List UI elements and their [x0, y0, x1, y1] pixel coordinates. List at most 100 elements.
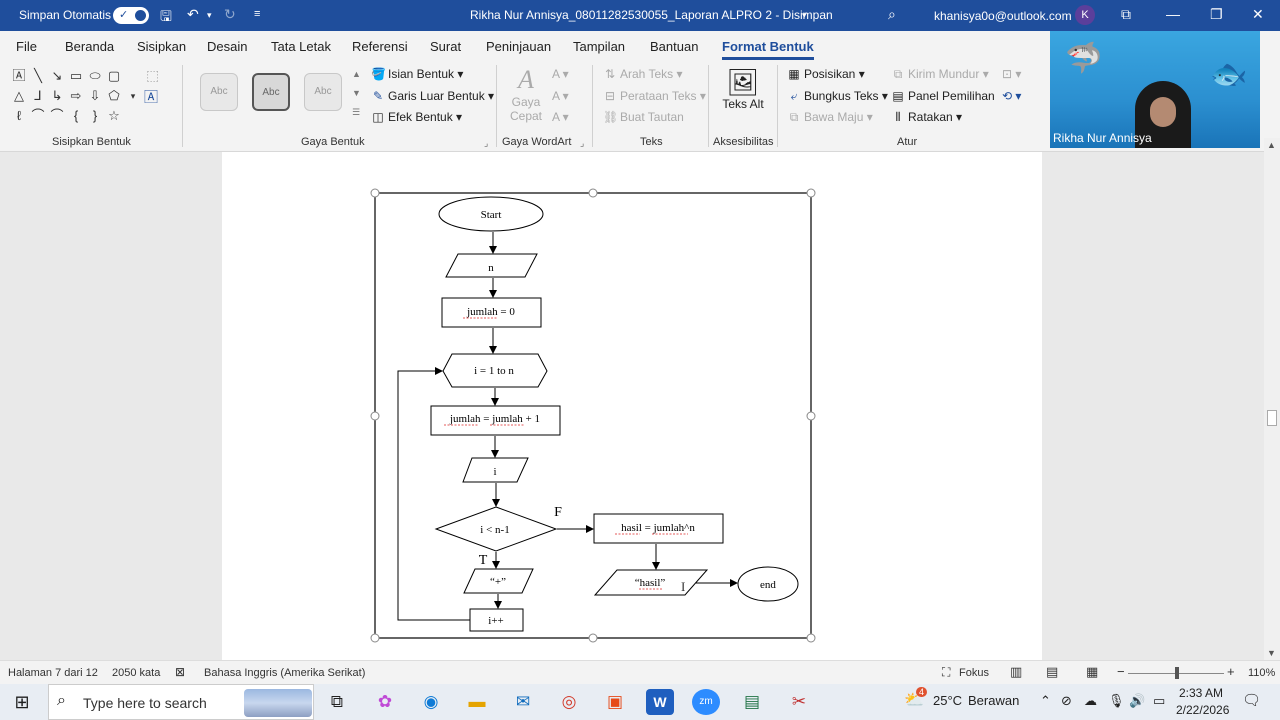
- save-icon[interactable]: 🖫: [160, 6, 172, 30]
- redo-icon[interactable]: ↻: [224, 6, 236, 23]
- battery-icon[interactable]: ▭: [1153, 693, 1165, 709]
- shape-effects-button[interactable]: ◫ Efek Bentuk ▾: [371, 110, 462, 124]
- zoom-level[interactable]: 110%: [1248, 667, 1275, 679]
- account-avatar[interactable]: K: [1075, 5, 1095, 25]
- zoom-in-icon[interactable]: +: [1227, 664, 1235, 679]
- windows-start-icon[interactable]: ⊞: [8, 689, 36, 715]
- rounded-rect-shape-icon[interactable]: ▢: [105, 67, 123, 85]
- bring-forward-button[interactable]: ⧉ Bawa Maju ▾: [787, 110, 873, 125]
- customize-toolbar-icon[interactable]: ≡: [254, 8, 260, 20]
- undo-icon[interactable]: ↶: [187, 6, 199, 23]
- position-button[interactable]: ▦ Posisikan ▾: [787, 67, 864, 81]
- tab-view[interactable]: Tampilan: [573, 39, 625, 54]
- file-explorer-icon[interactable]: ▬: [463, 689, 491, 715]
- web-layout-icon[interactable]: ▦: [1086, 664, 1098, 680]
- text-direction-button[interactable]: ⇅ Arah Teks ▾: [603, 67, 683, 81]
- video-call-overlay[interactable]: 🦈 🐟 Rikha Nur Annisya: [1050, 31, 1260, 148]
- zoom-app-icon[interactable]: zm: [692, 689, 720, 715]
- scroll-thumb[interactable]: [1267, 410, 1277, 426]
- textbox-shape-icon[interactable]: 🄰: [10, 67, 28, 85]
- search-icon[interactable]: ⌕: [888, 6, 896, 23]
- scroll-down-icon[interactable]: ▼: [1267, 648, 1276, 658]
- rotate-icon[interactable]: ⟲ ▾: [1002, 89, 1021, 103]
- triangle-shape-icon[interactable]: △: [10, 87, 28, 105]
- tab-mailings[interactable]: Surat: [430, 39, 461, 54]
- gallery-up-icon[interactable]: ▲: [352, 69, 361, 79]
- clock-time[interactable]: 2:33 AM: [1179, 686, 1223, 700]
- tab-layout[interactable]: Tata Letak: [271, 39, 331, 54]
- snipping-tool-icon[interactable]: ✂: [785, 689, 813, 715]
- curve-shape-icon[interactable]: ⌒: [29, 107, 47, 125]
- network-off-icon[interactable]: ⊘: [1061, 693, 1072, 709]
- tab-help[interactable]: Bantuan: [650, 39, 698, 54]
- clock-date[interactable]: 2/22/2026: [1176, 703, 1229, 717]
- oval-shape-icon[interactable]: ⬭: [86, 67, 104, 85]
- account-email[interactable]: khanisya0o@outlook.com: [934, 9, 1072, 23]
- flowchart-shape-icon[interactable]: ⬠: [105, 87, 123, 105]
- autosave-toggle[interactable]: ✓: [113, 7, 149, 24]
- document-title[interactable]: Rikha Nur Annisya_08011282530055_Laporan…: [470, 8, 833, 22]
- star-shape-icon[interactable]: ☆: [105, 107, 123, 125]
- align-button[interactable]: ⫴ Ratakan ▾: [891, 110, 962, 125]
- dialog-launcher-icon[interactable]: ⌟: [484, 138, 488, 149]
- word-icon[interactable]: W: [646, 689, 674, 715]
- edit-shape-icon[interactable]: ⬚: [146, 67, 159, 84]
- dialog-launcher-icon[interactable]: ⌟: [580, 138, 584, 149]
- zoom-out-icon[interactable]: −: [1117, 664, 1125, 679]
- app-window-icon[interactable]: ▤: [738, 689, 766, 715]
- flowchart-canvas[interactable]: Start n jumlah = 0 i = 1 to n jumlah = j…: [222, 152, 1042, 660]
- shapes-more-icon[interactable]: ▾: [124, 87, 142, 105]
- copilot-icon[interactable]: ✿: [371, 689, 399, 715]
- selection-pane-button[interactable]: ▤ Panel Pemilihan: [891, 89, 994, 103]
- group-objects-icon[interactable]: ⊡ ▾: [1002, 67, 1021, 81]
- tab-file[interactable]: File: [16, 39, 37, 54]
- tab-insert[interactable]: Sisipkan: [137, 39, 186, 54]
- elbow-arrow-icon[interactable]: ↳: [48, 87, 66, 105]
- text-outline-icon[interactable]: A ▾: [552, 89, 569, 103]
- notifications-icon[interactable]: 🗨: [1242, 691, 1261, 709]
- speaker-icon[interactable]: 🔊: [1129, 693, 1145, 709]
- outlook-icon[interactable]: ✉: [509, 689, 537, 715]
- send-backward-button[interactable]: ⧉ Kirim Mundur ▾: [891, 67, 989, 82]
- text-fill-icon[interactable]: A ▾: [552, 67, 569, 81]
- brace-right-icon[interactable]: }: [86, 107, 104, 125]
- down-arrow-shape-icon[interactable]: ⇩: [86, 87, 104, 105]
- undo-dropdown-icon[interactable]: ▾: [207, 10, 212, 21]
- shape-outline-button[interactable]: ✎ Garis Luar Bentuk ▾: [371, 89, 494, 103]
- shape-style-2[interactable]: Abc: [252, 73, 290, 111]
- microphone-icon[interactable]: 🎙: [1108, 693, 1125, 709]
- chrome-icon[interactable]: ◎: [555, 689, 583, 715]
- shapes-gallery[interactable]: 🄰 ╲ ↘ ▭ ⬭ ▢ △ ⅃ ↳ ⇨ ⇩ ⬠ ℓ ⌒ ⌒ { } ☆ ▾: [10, 67, 138, 125]
- arc-shape-icon[interactable]: ⌒: [48, 107, 66, 125]
- minimize-icon[interactable]: —: [1166, 6, 1180, 22]
- ribbon-display-icon[interactable]: ⧉: [1121, 6, 1131, 23]
- page-count[interactable]: Halaman 7 dari 12: [8, 667, 98, 679]
- weather-desc[interactable]: Berawan: [968, 693, 1019, 708]
- tab-design[interactable]: Desain: [207, 39, 247, 54]
- quick-styles-button[interactable]: A Gaya Cepat: [504, 65, 548, 123]
- edge-icon[interactable]: ◉: [417, 689, 445, 715]
- shape-style-1[interactable]: Abc: [200, 73, 238, 111]
- tab-review[interactable]: Peninjauan: [486, 39, 551, 54]
- tab-references[interactable]: Referensi: [352, 39, 408, 54]
- restore-icon[interactable]: ❐: [1210, 6, 1223, 23]
- freeform-shape-icon[interactable]: ℓ: [10, 107, 28, 125]
- title-dropdown-icon[interactable]: ▾: [802, 10, 807, 21]
- alt-text-button[interactable]: 🖼 Teks Alt: [722, 67, 764, 111]
- weather-temp[interactable]: 25°C: [933, 693, 962, 708]
- right-arrow-shape-icon[interactable]: ⇨: [67, 87, 85, 105]
- language-status[interactable]: Bahasa Inggris (Amerika Serikat): [204, 667, 365, 679]
- tab-home[interactable]: Beranda: [65, 39, 114, 54]
- shape-fill-button[interactable]: 🪣 Isian Bentuk ▾: [371, 67, 463, 81]
- focus-icon[interactable]: ⛶: [942, 665, 950, 680]
- text-effects-icon[interactable]: A ▾: [552, 110, 569, 124]
- focus-button[interactable]: Fokus: [959, 667, 989, 679]
- zoom-slider-knob[interactable]: [1175, 667, 1179, 679]
- scroll-up-icon[interactable]: ▲: [1267, 140, 1276, 150]
- draw-textbox-icon[interactable]: 🄰: [144, 87, 158, 107]
- task-view-icon[interactable]: ⧉: [323, 689, 351, 715]
- shape-style-3[interactable]: Abc: [304, 73, 342, 111]
- office-icon[interactable]: ▣: [601, 689, 629, 715]
- show-hidden-icons-icon[interactable]: ⌃: [1040, 693, 1051, 709]
- arrow-line-shape-icon[interactable]: ↘: [48, 67, 66, 85]
